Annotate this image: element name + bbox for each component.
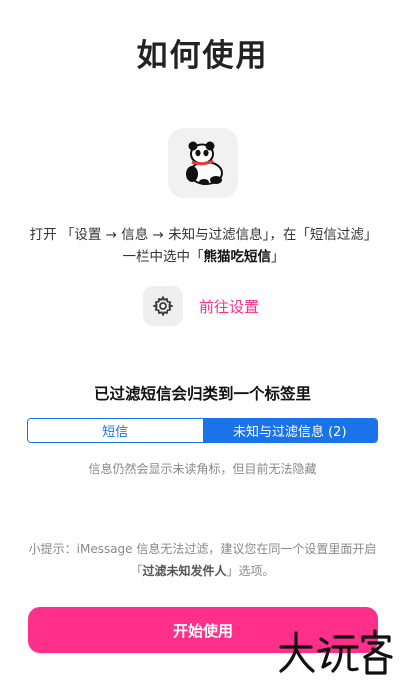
instruction-text: 打开 「设置 → 信息 → 未知与过滤信息」，在「短信过滤」一栏中选中「熊猫吃短… (26, 224, 381, 268)
app-name: 熊猫吃短信 (203, 249, 272, 265)
app-icon (168, 128, 238, 198)
segment-sms[interactable]: 短信 (28, 419, 203, 442)
watermark-logo (279, 629, 393, 675)
instruction-suffix: 」 (271, 249, 285, 265)
segmented-control: 短信 未知与过滤信息 (2) (27, 418, 378, 443)
tip-text: 小提示：iMessage 信息无法过滤，建议您在同一个设置里面开启「过滤未知发件… (22, 538, 383, 582)
page-title: 如何使用 (136, 38, 269, 74)
segment-unknown-filtered[interactable]: 未知与过滤信息 (2) (202, 419, 377, 442)
panda-icon (186, 141, 223, 185)
filter-section-title: 已过滤短信会归类到一个标签里 (93, 385, 311, 403)
go-to-settings-label[interactable]: 前往设置 (199, 296, 259, 317)
go-to-settings-link[interactable]: 前往设置 (143, 286, 259, 326)
tip-option: 过滤未知发件人 (142, 564, 227, 578)
tip-suffix: 」选项。 (226, 564, 275, 578)
unread-badge-note: 信息仍然会显示未读角标，但目前无法隐藏 (88, 462, 317, 476)
gear-icon (143, 286, 183, 326)
